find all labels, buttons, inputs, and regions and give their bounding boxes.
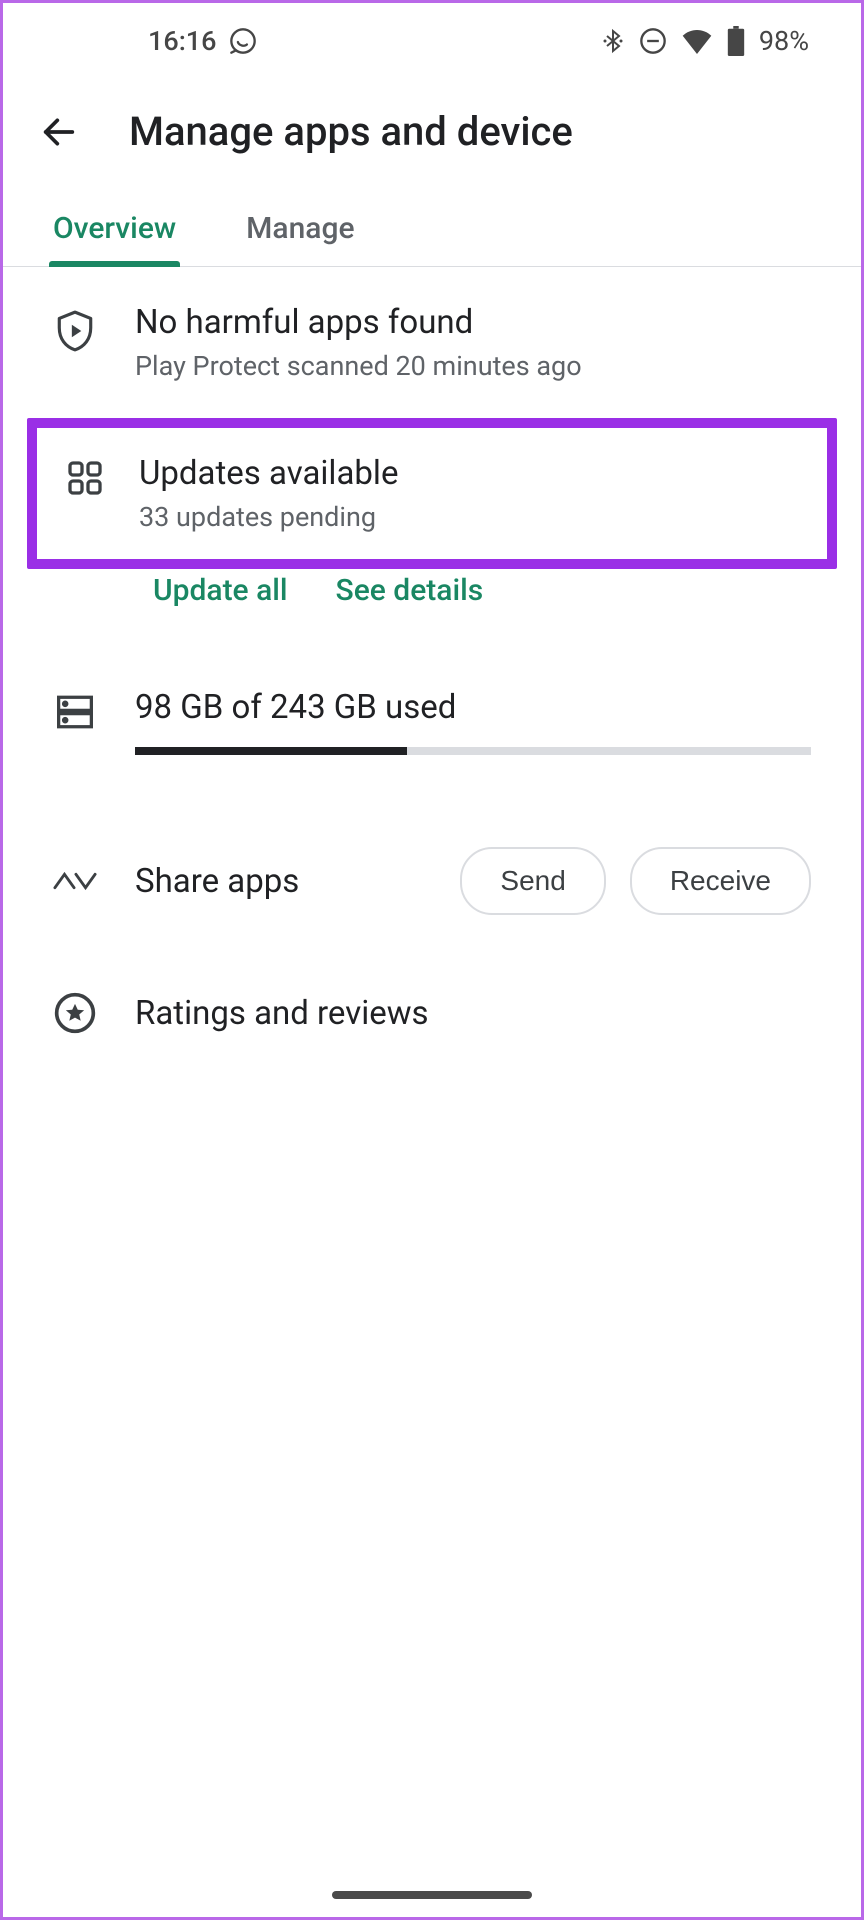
storage-label: 98 GB of 243 GB used <box>135 688 811 727</box>
status-time: 16:16 <box>148 25 217 57</box>
storage-row[interactable]: 98 GB of 243 GB used <box>3 636 861 791</box>
apps-grid-icon <box>63 454 107 496</box>
share-apps-row: Share apps Send Receive <box>3 791 861 951</box>
app-bar: Manage apps and device <box>3 78 861 195</box>
protect-title: No harmful apps found <box>135 303 811 342</box>
tab-overview[interactable]: Overview <box>53 195 176 266</box>
page-title: Manage apps and device <box>129 108 573 155</box>
updates-row[interactable]: Updates available 33 updates pending <box>37 428 827 559</box>
battery-icon <box>727 26 745 56</box>
star-circle-icon <box>53 991 97 1035</box>
storage-progress <box>135 747 811 755</box>
see-details-button[interactable]: See details <box>336 573 484 608</box>
tab-bar: Overview Manage <box>3 195 861 267</box>
bluetooth-icon <box>601 27 625 55</box>
do-not-disturb-icon <box>639 27 667 55</box>
protect-subtitle: Play Protect scanned 20 minutes ago <box>135 350 811 382</box>
play-protect-row[interactable]: No harmful apps found Play Protect scann… <box>3 267 861 418</box>
ratings-label: Ratings and reviews <box>135 994 429 1033</box>
tab-manage[interactable]: Manage <box>246 195 354 266</box>
shield-play-icon <box>53 303 97 353</box>
updates-highlight: Updates available 33 updates pending <box>27 418 837 569</box>
send-button[interactable]: Send <box>460 847 605 915</box>
wifi-icon <box>681 28 713 54</box>
receive-button[interactable]: Receive <box>630 847 811 915</box>
updates-subtitle: 33 updates pending <box>139 501 801 533</box>
storage-progress-fill <box>135 747 407 755</box>
battery-percent: 98% <box>759 25 809 57</box>
updates-title: Updates available <box>139 454 801 493</box>
whatsapp-icon <box>229 27 257 55</box>
storage-icon <box>53 688 97 730</box>
ratings-row[interactable]: Ratings and reviews <box>3 951 861 1075</box>
share-label: Share apps <box>135 862 422 901</box>
back-arrow-icon[interactable] <box>39 112 79 152</box>
update-all-button[interactable]: Update all <box>153 573 288 608</box>
share-icon <box>53 866 97 896</box>
home-indicator[interactable] <box>332 1891 532 1899</box>
updates-actions: Update all See details <box>3 569 861 636</box>
status-bar: 16:16 <box>3 3 861 78</box>
